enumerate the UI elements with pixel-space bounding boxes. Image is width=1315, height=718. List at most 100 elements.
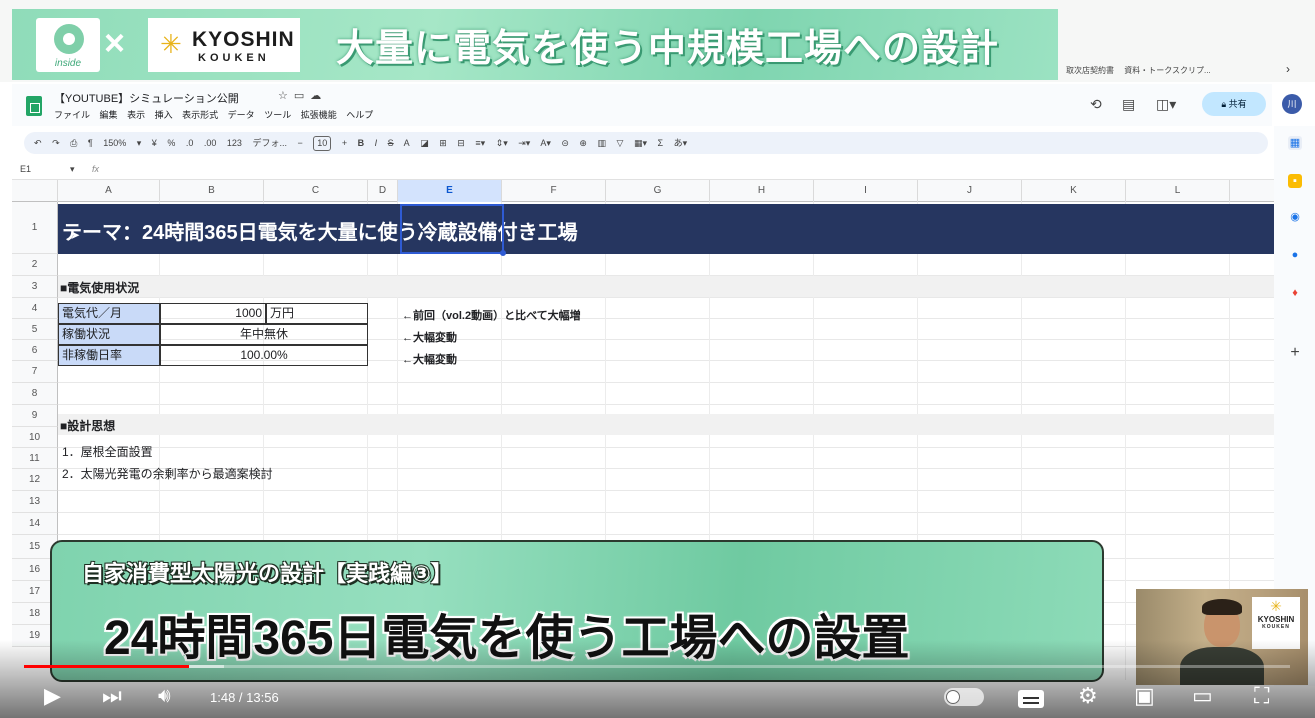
fill-handle[interactable]: [500, 250, 506, 256]
menu-edit[interactable]: 編集: [100, 110, 118, 120]
rotate-icon[interactable]: A▾: [540, 138, 551, 148]
add-addon-icon[interactable]: +: [1288, 345, 1302, 361]
row-header-6[interactable]: 6: [12, 340, 58, 361]
filter-views-icon[interactable]: ▦▾: [634, 138, 647, 148]
row-header-8[interactable]: 8: [12, 383, 58, 405]
menu-data[interactable]: データ: [228, 110, 255, 120]
currency-button[interactable]: ¥: [152, 138, 157, 148]
fill-color-icon[interactable]: ◪: [420, 138, 429, 148]
subtitles-icon[interactable]: [1018, 690, 1044, 708]
menu-format[interactable]: 表示形式: [182, 110, 218, 120]
font-size-increase-button[interactable]: +: [342, 138, 347, 148]
row-header-4[interactable]: 4: [12, 298, 58, 319]
row-header-10[interactable]: 10: [12, 427, 58, 448]
input-tools-icon[interactable]: あ▾: [674, 138, 688, 148]
theater-icon[interactable]: ▭: [1192, 682, 1213, 710]
table-value[interactable]: 1000: [160, 303, 266, 324]
formula-bar[interactable]: E1 ▾ fx: [12, 160, 1274, 180]
column-header-d[interactable]: D: [368, 180, 398, 202]
functions-icon[interactable]: Σ: [658, 138, 664, 148]
undo-icon[interactable]: ↶: [34, 138, 42, 148]
text-color-icon[interactable]: A: [404, 138, 410, 148]
video-frame[interactable]: inside × ✳ KYOSHIN KOUKEN 大量に電気を使う中規模工場へ…: [0, 0, 1315, 718]
menu-extensions[interactable]: 拡張機能: [301, 110, 337, 120]
table-value[interactable]: 年中無休: [160, 324, 368, 345]
italic-icon[interactable]: I: [375, 138, 378, 148]
font-size-input[interactable]: 10: [313, 136, 332, 151]
selected-cell[interactable]: [400, 204, 504, 254]
align-icon[interactable]: ≡▾: [475, 138, 485, 148]
comment-icon[interactable]: ⊕: [579, 138, 587, 148]
row-header-12[interactable]: 12: [12, 469, 58, 491]
row-header-3[interactable]: 3: [12, 276, 58, 298]
font-size-decrease-button[interactable]: −: [298, 138, 303, 148]
star-icon[interactable]: ☆: [278, 90, 294, 102]
row-header-13[interactable]: 13: [12, 491, 58, 513]
play-icon[interactable]: ▶: [44, 682, 61, 710]
percent-button[interactable]: %: [167, 138, 175, 148]
cloud-icon[interactable]: ☁: [310, 90, 327, 102]
tasks-icon[interactable]: ◉: [1288, 210, 1302, 224]
table-label[interactable]: 非稼働日率: [58, 345, 160, 366]
menu-insert[interactable]: 挿入: [155, 110, 173, 120]
valign-icon[interactable]: ⇕▾: [496, 138, 508, 148]
zoom-select[interactable]: 150%: [103, 138, 126, 148]
row-header-2[interactable]: 2: [12, 254, 58, 276]
select-all-corner[interactable]: [12, 180, 58, 202]
maps-icon[interactable]: ♦: [1288, 286, 1302, 300]
table-value[interactable]: 100.00%: [160, 345, 368, 366]
volume-icon[interactable]: 🔊︎: [158, 682, 171, 710]
row-header-1[interactable]: 1: [12, 202, 58, 254]
column-header-j[interactable]: J: [918, 180, 1022, 202]
row-header-11[interactable]: 11: [12, 448, 58, 469]
paint-format-icon[interactable]: ¶: [88, 138, 93, 148]
table-label[interactable]: 稼働状況: [58, 324, 160, 345]
filter-icon[interactable]: ▽: [617, 138, 624, 148]
calendar-icon[interactable]: ▦: [1288, 136, 1302, 150]
column-header-a[interactable]: A: [58, 180, 160, 202]
column-header-e[interactable]: E: [398, 180, 502, 202]
number-format-button[interactable]: 123: [227, 138, 242, 148]
wrap-icon[interactable]: ⇥▾: [518, 138, 530, 148]
comments-icon[interactable]: ▤: [1122, 96, 1135, 113]
decrease-decimal-button[interactable]: .0: [186, 138, 194, 148]
row-header-9[interactable]: 9: [12, 405, 58, 427]
merge-icon[interactable]: ⊟: [457, 138, 465, 148]
table-unit[interactable]: 万円: [266, 303, 368, 324]
table-label[interactable]: 電気代／月: [58, 303, 160, 324]
menu-help[interactable]: ヘルプ: [346, 110, 373, 120]
strikethrough-icon[interactable]: S: [388, 138, 394, 148]
column-header-h[interactable]: H: [710, 180, 814, 202]
bookmarks-more-icon[interactable]: ›: [1286, 62, 1290, 76]
column-header-c[interactable]: C: [264, 180, 368, 202]
miniplayer-icon[interactable]: ▣: [1134, 682, 1155, 710]
borders-icon[interactable]: ⊞: [439, 138, 447, 148]
font-select[interactable]: デフォ...: [252, 138, 287, 148]
meet-icon[interactable]: ◫▾: [1156, 96, 1176, 113]
increase-decimal-button[interactable]: .00: [204, 138, 217, 148]
column-header-g[interactable]: G: [606, 180, 710, 202]
autoplay-toggle[interactable]: [944, 688, 984, 706]
bookmark-item[interactable]: 資料・トークスクリプ...: [1124, 66, 1210, 75]
avatar[interactable]: 川: [1282, 94, 1302, 114]
column-header-i[interactable]: I: [814, 180, 918, 202]
row-header-14[interactable]: 14: [12, 513, 58, 535]
link-icon[interactable]: ⊝: [561, 138, 569, 148]
bold-icon[interactable]: B: [358, 138, 365, 148]
settings-icon[interactable]: ⚙: [1078, 682, 1098, 710]
sheets-logo-icon[interactable]: [26, 96, 42, 116]
folder-icon[interactable]: ▭: [294, 90, 310, 102]
document-title[interactable]: 【YOUTUBE】シミュレーション公開: [54, 90, 239, 106]
next-icon[interactable]: ⏭: [102, 682, 122, 710]
redo-icon[interactable]: ↷: [52, 138, 60, 148]
keep-icon[interactable]: ▪: [1288, 174, 1302, 188]
row-header-5[interactable]: 5: [12, 319, 58, 340]
column-header-f[interactable]: F: [502, 180, 606, 202]
name-box[interactable]: E1: [20, 164, 31, 174]
menu-tools[interactable]: ツール: [264, 110, 291, 120]
fullscreen-icon[interactable]: ⛶: [1254, 682, 1269, 710]
history-icon[interactable]: ⟲: [1090, 96, 1102, 113]
share-button[interactable]: 🔒︎ 共有: [1202, 92, 1266, 116]
contacts-icon[interactable]: ●: [1288, 248, 1302, 262]
menu-view[interactable]: 表示: [127, 110, 145, 120]
